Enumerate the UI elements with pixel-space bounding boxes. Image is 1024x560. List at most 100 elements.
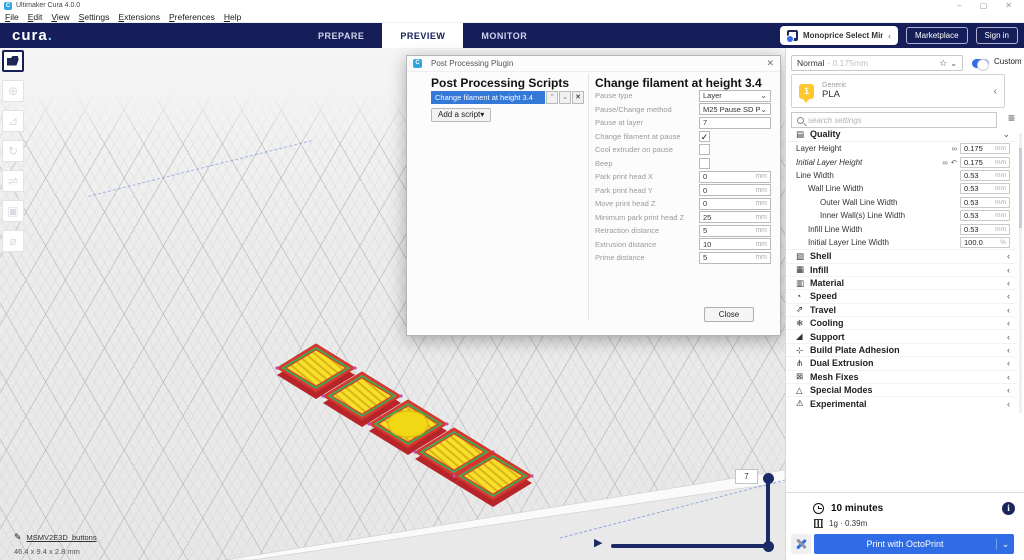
- printer-selector[interactable]: Monoprice Select Mini V... ‹: [779, 26, 898, 45]
- layer-slider[interactable]: [766, 478, 770, 546]
- script-list-item[interactable]: Change filament at height 3.4 ⌃ ⌄ ✕: [431, 91, 584, 104]
- print-with-octoprint-button[interactable]: Print with OctoPrint ⌄: [814, 534, 1014, 554]
- section-special-modes[interactable]: △ Special Modes ‹: [786, 383, 1018, 396]
- setting-value-box[interactable]: 0.175 mm: [960, 156, 1010, 168]
- menu-view[interactable]: View: [51, 12, 69, 22]
- field-input[interactable]: 7: [699, 116, 771, 129]
- tool-mirror-button[interactable]: ⇌: [2, 170, 24, 192]
- settings-scrollbar[interactable]: [1019, 133, 1022, 413]
- tool-support-blocker-button[interactable]: ⌀: [2, 230, 24, 252]
- profile-selector[interactable]: Normal - 0.175mm ☆ ⌄: [791, 55, 963, 71]
- close-button[interactable]: ✕: [1005, 1, 1012, 11]
- menu-help[interactable]: Help: [224, 12, 241, 22]
- tab-preview[interactable]: PREVIEW: [382, 23, 464, 48]
- field-checkbox[interactable]: [699, 157, 710, 169]
- section-build-plate-adhesion[interactable]: ⊹ Build Plate Adhesion ‹: [786, 342, 1018, 356]
- setting-value-box[interactable]: 0.53 mm: [960, 183, 1010, 195]
- section-label: Travel: [810, 304, 837, 315]
- favorite-star-icon[interactable]: ☆: [939, 58, 947, 69]
- signin-button[interactable]: Sign in: [975, 27, 1018, 44]
- move-script-down-button[interactable]: ⌄: [559, 91, 571, 104]
- setting-value-box[interactable]: 0.53 mm: [960, 196, 1010, 208]
- custom-mode-toggle[interactable]: [972, 58, 989, 71]
- menu-extensions[interactable]: Extensions: [118, 12, 160, 22]
- play-button[interactable]: ▶: [594, 538, 602, 549]
- menu-preferences[interactable]: Preferences: [169, 12, 215, 22]
- field-select[interactable]: M25 Pause SD Print⌄: [699, 103, 771, 116]
- field-input[interactable]: 0 mm: [699, 170, 771, 183]
- section-label: Speed: [810, 291, 838, 302]
- model-name[interactable]: MSMV2E3D_buttons: [27, 533, 97, 542]
- field-select[interactable]: Layer ⌄: [699, 89, 771, 102]
- section-support[interactable]: ◢ Support ‹: [786, 329, 1018, 342]
- chevron-down-icon[interactable]: ⌄: [996, 538, 1014, 550]
- section-material[interactable]: ▥ Material ‹: [786, 275, 1018, 289]
- minimize-button[interactable]: –: [957, 1, 961, 11]
- field-input[interactable]: 25 mm: [699, 211, 771, 224]
- info-icon[interactable]: i: [1002, 502, 1015, 515]
- tab-prepare[interactable]: PREPARE: [300, 23, 382, 48]
- setting-row[interactable]: Initial Layer Line Width 100.0%: [786, 236, 1018, 249]
- setting-value-box[interactable]: 0.53 mm: [960, 169, 1010, 181]
- section-dual-extrusion[interactable]: ⋔ Dual Extrusion ‹: [786, 356, 1018, 369]
- tool-move-button[interactable]: ⊕: [2, 80, 24, 102]
- section-travel[interactable]: ⇗ Travel ‹: [786, 302, 1018, 316]
- field-input[interactable]: 0 mm: [699, 184, 771, 197]
- setting-row[interactable]: Infill Line Width 0.53 mm: [786, 222, 1018, 235]
- setting-label: Wall Line Width: [808, 184, 864, 194]
- setting-value-box[interactable]: 100.0%: [960, 236, 1010, 248]
- setting-value-box[interactable]: 0.53 mm: [960, 223, 1010, 235]
- link-icon[interactable]: ∞: [952, 144, 957, 153]
- tool-rotate-button[interactable]: ↻: [2, 140, 24, 162]
- rename-icon[interactable]: ✎: [14, 532, 22, 543]
- setting-row[interactable]: Initial Layer Height ∞ ↶ 0.175 mm: [786, 155, 1018, 168]
- section-infill[interactable]: ▦ Infill ‹: [786, 262, 1018, 276]
- menu-edit[interactable]: Edit: [28, 12, 43, 22]
- move-script-up-button[interactable]: ⌃: [546, 91, 558, 104]
- sliced-model[interactable]: [272, 340, 534, 512]
- settings-search[interactable]: search settings: [791, 112, 997, 128]
- tool-per-model-settings-button[interactable]: ▣: [2, 200, 24, 222]
- tab-monitor[interactable]: MONITOR: [463, 23, 545, 48]
- dialog-titlebar[interactable]: C Post Processing Plugin ✕: [407, 56, 780, 72]
- field-input[interactable]: 5 mm: [699, 251, 771, 264]
- settings-menu-icon[interactable]: ≡: [1008, 111, 1015, 125]
- dialog-close-button[interactable]: Close: [704, 307, 754, 322]
- section-quality[interactable]: ▤ Quality ⌄: [786, 127, 1018, 142]
- tool-scale-button[interactable]: ⊿: [2, 110, 24, 132]
- setting-row[interactable]: Line Width 0.53 mm: [786, 169, 1018, 182]
- material-selector[interactable]: 1 Generic PLA ‹: [791, 74, 1005, 108]
- chevron-left-icon: ‹: [1007, 251, 1010, 262]
- add-script-button[interactable]: Add a script▾: [431, 108, 492, 122]
- field-input[interactable]: 0 mm: [699, 197, 771, 210]
- field-checkbox[interactable]: ✓: [699, 130, 710, 142]
- marketplace-button[interactable]: Marketplace: [905, 27, 968, 44]
- tool-open-file-button[interactable]: [2, 50, 24, 72]
- section-cooling[interactable]: ❄ Cooling ‹: [786, 316, 1018, 329]
- output-device-config-button[interactable]: [791, 534, 811, 554]
- setting-row[interactable]: Layer Height ∞ 0.175 mm: [786, 142, 1018, 155]
- setting-value-box[interactable]: 0.175 mm: [960, 143, 1010, 155]
- setting-row[interactable]: Inner Wall(s) Line Width 0.53 mm: [786, 209, 1018, 222]
- field-checkbox[interactable]: [699, 144, 710, 156]
- maximize-button[interactable]: ▢: [980, 1, 988, 11]
- remove-script-button[interactable]: ✕: [572, 91, 584, 104]
- setting-value-box[interactable]: 0.53 mm: [960, 210, 1010, 222]
- section-experimental[interactable]: ⚠ Experimental ‹: [786, 396, 1018, 409]
- simulation-timeline[interactable]: [611, 544, 769, 548]
- setting-row[interactable]: Outer Wall Line Width 0.53 mm: [786, 196, 1018, 209]
- layer-slider-top-handle[interactable]: [763, 473, 774, 484]
- revert-icon[interactable]: ↶: [951, 158, 957, 167]
- field-input[interactable]: 10 mm: [699, 238, 771, 251]
- dialog-close-icon[interactable]: ✕: [766, 58, 774, 69]
- menu-settings[interactable]: Settings: [79, 12, 110, 22]
- section-speed[interactable]: ◔ Speed ‹: [786, 289, 1018, 302]
- layer-number-box[interactable]: 7: [735, 469, 758, 484]
- script-settings-heading: Change filament at height 3.4: [595, 76, 762, 90]
- section-shell[interactable]: ▧ Shell ‹: [786, 249, 1018, 262]
- section-mesh-fixes[interactable]: ⊠ Mesh Fixes ‹: [786, 369, 1018, 383]
- field-input[interactable]: 5 mm: [699, 224, 771, 237]
- setting-row[interactable]: Wall Line Width 0.53 mm: [786, 182, 1018, 195]
- menu-file[interactable]: File: [5, 12, 19, 22]
- link-icon[interactable]: ∞: [942, 158, 947, 167]
